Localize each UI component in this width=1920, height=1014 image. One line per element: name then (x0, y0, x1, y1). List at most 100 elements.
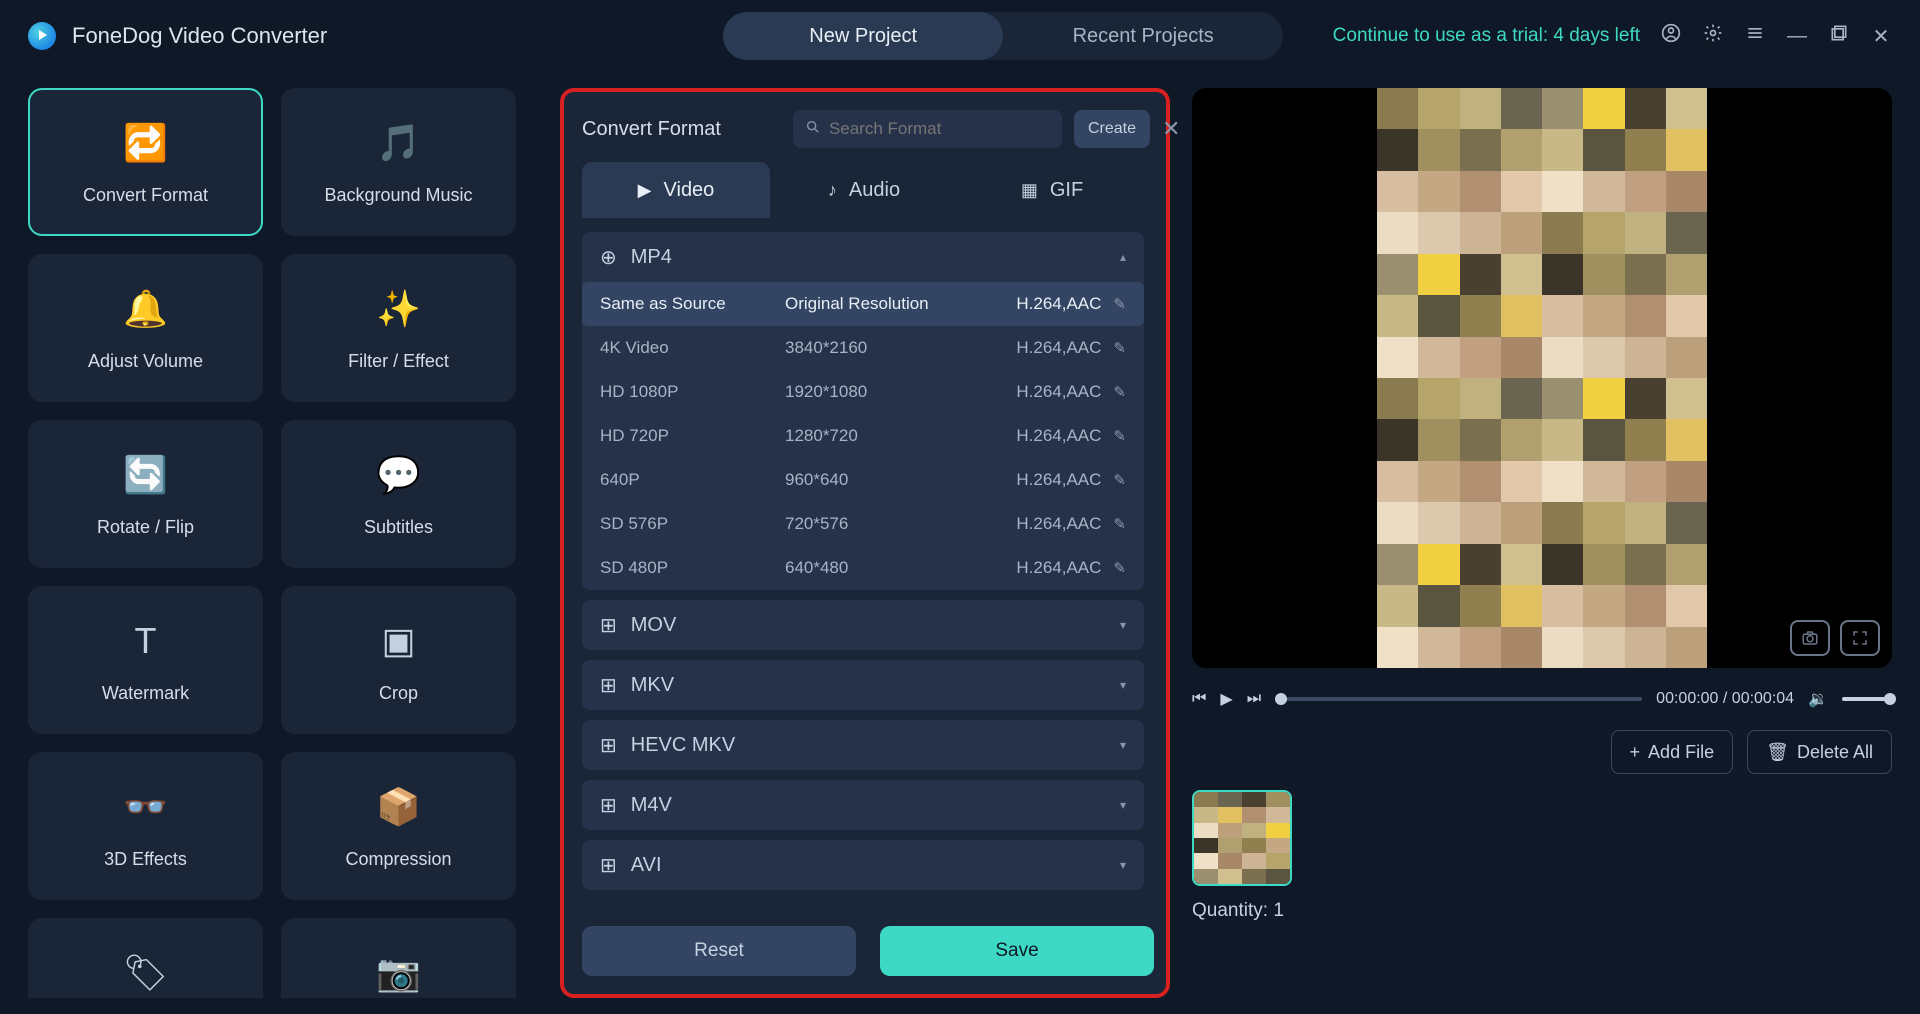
tool-icon: 🔁 (118, 119, 174, 167)
chevron-down-icon: ▾ (1120, 738, 1126, 752)
tool-icon: ✨ (371, 285, 427, 333)
menu-icon[interactable] (1744, 23, 1766, 49)
tool-icon: 👓 (118, 783, 174, 831)
tool-label: Rotate / Flip (97, 517, 194, 538)
maximize-icon[interactable] (1828, 23, 1850, 49)
next-button[interactable]: ⏭ (1247, 690, 1261, 708)
settings-icon[interactable] (1702, 23, 1724, 49)
preset-hd-1080p[interactable]: HD 1080P1920*1080H.264,AAC✎ (582, 370, 1144, 414)
tool-icon: 📦 (371, 783, 427, 831)
format-icon: ⊕ (600, 245, 617, 270)
tool-icon: 📷 (371, 949, 427, 997)
preset-640p[interactable]: 640P960*640H.264,AAC✎ (582, 458, 1144, 502)
player-controls: ⏮ ▶ ⏭ 00:00:00 / 00:00:04 🔉 (1192, 684, 1892, 714)
format-group-mkv[interactable]: ⊞MKV▾ (582, 660, 1144, 710)
tool-screenshot[interactable]: 📷Screenshot (281, 918, 516, 998)
video-preview[interactable] (1192, 88, 1892, 668)
volume-bar[interactable] (1842, 697, 1892, 701)
tool-label: Crop (379, 683, 418, 704)
chevron-down-icon: ▾ (1120, 678, 1126, 692)
tool-label: Filter / Effect (348, 351, 449, 372)
snapshot-icon[interactable] (1790, 620, 1830, 656)
format-tab-gif[interactable]: ▦ GIF (958, 162, 1146, 218)
play-button[interactable]: ▶ (1220, 689, 1232, 709)
preset-same-as-source[interactable]: Same as SourceOriginal ResolutionH.264,A… (582, 282, 1144, 326)
tool-label: Subtitles (364, 517, 433, 538)
format-group-mov[interactable]: ⊞MOV▾ (582, 600, 1144, 650)
tool-icon: 💬 (371, 451, 427, 499)
tab-recent-projects[interactable]: Recent Projects (1003, 12, 1283, 60)
audio-icon: ♪ (828, 180, 837, 201)
format-list[interactable]: ⊕MP4▴Same as SourceOriginal ResolutionH.… (582, 232, 1154, 904)
delete-all-button[interactable]: 🗑 Delete All (1747, 730, 1892, 774)
search-format-wrap (793, 110, 1062, 148)
format-icon: ⊞ (600, 613, 617, 638)
tab-new-project[interactable]: New Project (723, 12, 1003, 60)
tool-label: Background Music (324, 185, 472, 206)
tool-compression[interactable]: 📦 Compression (281, 752, 516, 900)
tool-icon: 🏷 (118, 949, 174, 997)
edit-icon[interactable]: ✎ (1113, 427, 1126, 445)
quantity-label: Quantity: 1 (1192, 900, 1292, 922)
panel-close-icon[interactable]: ✕ (1162, 116, 1180, 142)
preset-hd-720p[interactable]: HD 720P1280*720H.264,AAC✎ (582, 414, 1144, 458)
plus-icon: + (1630, 742, 1641, 763)
edit-icon[interactable]: ✎ (1113, 559, 1126, 577)
tool-id-[interactable]: 🏷ID3 (28, 918, 263, 998)
account-icon[interactable] (1660, 23, 1682, 49)
gif-icon: ▦ (1021, 180, 1038, 201)
file-thumbnail[interactable] (1192, 790, 1292, 886)
tool-icon: T (118, 617, 174, 665)
prev-button[interactable]: ⏮ (1192, 690, 1206, 708)
tool-watermark[interactable]: TWatermark (28, 586, 263, 734)
close-icon[interactable]: ✕ (1870, 24, 1892, 49)
tool-subtitles[interactable]: 💬 Subtitles (281, 420, 516, 568)
edit-icon[interactable]: ✎ (1113, 515, 1126, 533)
tool-adjust-volume[interactable]: 🔔Adjust Volume (28, 254, 263, 402)
tool-label: 3D Effects (104, 849, 187, 870)
add-file-button[interactable]: + Add File (1611, 730, 1734, 774)
format-icon: ⊞ (600, 853, 617, 878)
panel-title: Convert Format (582, 118, 721, 141)
reset-button[interactable]: Reset (582, 926, 856, 976)
edit-icon[interactable]: ✎ (1113, 383, 1126, 401)
convert-format-panel: Convert Format Create ✕ ▶ Video ♪ Audio … (560, 88, 1170, 998)
chevron-down-icon: ▾ (1120, 798, 1126, 812)
format-tab-audio[interactable]: ♪ Audio (770, 162, 958, 218)
format-group-hevc-mkv[interactable]: ⊞HEVC MKV▾ (582, 720, 1144, 770)
preset-sd-480p[interactable]: SD 480P640*480H.264,AAC✎ (582, 546, 1144, 590)
fullscreen-icon[interactable] (1840, 620, 1880, 656)
format-group-mp4[interactable]: ⊕MP4▴ (582, 232, 1144, 282)
edit-icon[interactable]: ✎ (1113, 295, 1126, 313)
format-icon: ⊞ (600, 793, 617, 818)
format-tab-video[interactable]: ▶ Video (582, 162, 770, 218)
tool-label: Compression (345, 849, 451, 870)
tool-filter-effect[interactable]: ✨ Filter / Effect (281, 254, 516, 402)
search-format-input[interactable] (829, 119, 1050, 139)
app-logo (28, 22, 56, 50)
minimize-icon[interactable]: — (1786, 25, 1808, 48)
tools-sidebar: 🔁Convert Format🎵Background Music🔔Adjust … (28, 88, 538, 998)
tool-background-music[interactable]: 🎵Background Music (281, 88, 516, 236)
save-button[interactable]: Save (880, 926, 1154, 976)
edit-icon[interactable]: ✎ (1113, 339, 1126, 357)
chevron-down-icon: ▾ (1120, 858, 1126, 872)
preset-sd-576p[interactable]: SD 576P720*576H.264,AAC✎ (582, 502, 1144, 546)
volume-icon[interactable]: 🔉 (1808, 689, 1828, 709)
tool-convert-format[interactable]: 🔁Convert Format (28, 88, 263, 236)
format-group-avi[interactable]: ⊞AVI▾ (582, 840, 1144, 890)
seek-bar[interactable] (1275, 697, 1642, 701)
tool-rotate-flip[interactable]: 🔄 Rotate / Flip (28, 420, 263, 568)
format-group-m4v[interactable]: ⊞M4V▾ (582, 780, 1144, 830)
tool-crop[interactable]: ▣Crop (281, 586, 516, 734)
tool-icon: 🔔 (118, 285, 174, 333)
create-button[interactable]: Create (1074, 110, 1150, 148)
tool--d-effects[interactable]: 👓 3D Effects (28, 752, 263, 900)
video-icon: ▶ (638, 180, 652, 201)
edit-icon[interactable]: ✎ (1113, 471, 1126, 489)
app-title: FoneDog Video Converter (72, 23, 327, 49)
tool-icon: 🔄 (118, 451, 174, 499)
format-type-tabs: ▶ Video ♪ Audio ▦ GIF (582, 162, 1154, 218)
trial-notice[interactable]: Continue to use as a trial: 4 days left (1333, 25, 1640, 47)
preset-4k-video[interactable]: 4K Video3840*2160H.264,AAC✎ (582, 326, 1144, 370)
